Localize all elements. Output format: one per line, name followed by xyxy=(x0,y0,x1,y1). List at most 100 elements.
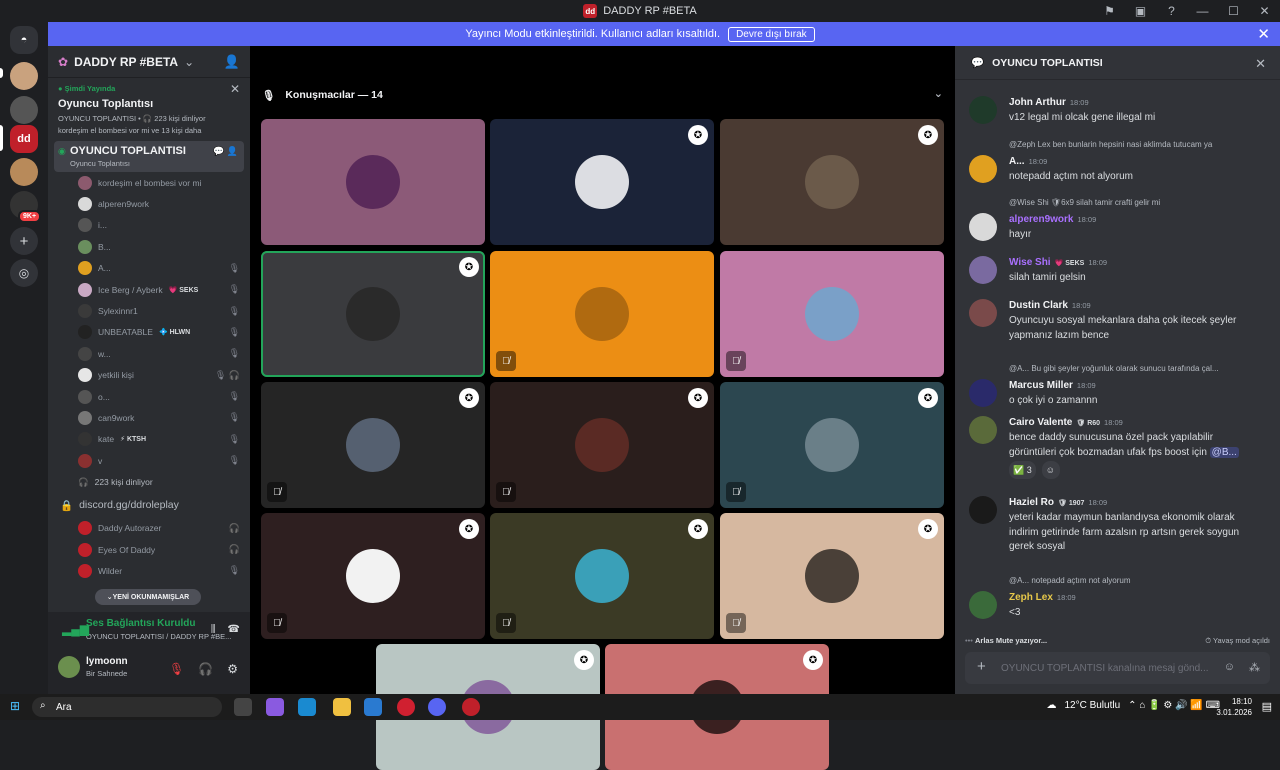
member-item[interactable]: w... 🎙 xyxy=(48,343,250,364)
bot-item[interactable]: Wilder 🎙 xyxy=(48,560,250,581)
copilot-icon[interactable] xyxy=(266,698,284,716)
avatar[interactable] xyxy=(969,299,997,327)
user-info[interactable]: lymoonn Bir Sahnede xyxy=(58,656,128,678)
member-item[interactable]: Sylexinnr1 🎙 xyxy=(48,300,250,321)
tray-icons[interactable]: ⌃ ⌂ 🔋 ⚙ 🔊 📶 ⌨ xyxy=(1128,700,1220,711)
bot-item[interactable]: Daddy Autorazer 🎧 xyxy=(48,517,250,538)
message-author[interactable]: Cairo Valente xyxy=(1009,417,1072,428)
speaker-tile[interactable]: ✪ 🎙̸ xyxy=(720,513,944,639)
avatar[interactable] xyxy=(969,96,997,124)
server-icon[interactable] xyxy=(10,158,38,186)
speaker-tile[interactable] xyxy=(261,119,485,245)
member-item[interactable]: kate ⚡ KTSH 🎙 xyxy=(48,429,250,450)
app-taskbar-icon[interactable] xyxy=(462,698,480,716)
server-icon-active[interactable]: dd xyxy=(10,125,38,153)
inbox-icon[interactable]: ⚑ xyxy=(1094,4,1125,18)
active-stage-channel[interactable]: OYUNCU TOPLANTISI Oyuncu Toplantısı ◉ 💬 … xyxy=(54,141,244,172)
close-chat-icon[interactable]: ✕ xyxy=(1255,56,1266,72)
chevron-down-icon[interactable]: ⌄ xyxy=(934,87,943,100)
speaker-tile[interactable]: 🎙̸ xyxy=(720,251,944,377)
message-author[interactable]: Wise Shi xyxy=(1009,257,1051,268)
message-author[interactable]: Haziel Ro xyxy=(1009,497,1054,508)
task-view-icon[interactable] xyxy=(234,698,252,716)
noise-suppression-icon[interactable]: ⫼ xyxy=(211,624,216,635)
avatar[interactable] xyxy=(969,213,997,241)
new-unreads-button[interactable]: ⌄ YENİ OKUNMAMIŞLAR xyxy=(95,589,201,605)
avatar[interactable] xyxy=(969,496,997,524)
opera-icon[interactable] xyxy=(397,698,415,716)
reply-preview[interactable]: @A... Bu gibi şeyler yoğunluk olarak sun… xyxy=(1009,364,1219,373)
speaker-tile[interactable]: ✪ 🎙̸ xyxy=(490,513,714,639)
channel-actions-icon[interactable]: 💬 👤 xyxy=(213,146,238,157)
clock[interactable]: 18:10 3.01.2026 xyxy=(1216,696,1252,718)
taskbar-search[interactable]: ⌕ Ara xyxy=(32,697,222,717)
live-now-panel[interactable]: ● Şimdi Yayında Oyuncu Toplantısı OYUNCU… xyxy=(48,78,250,141)
server-icon[interactable] xyxy=(10,62,38,90)
member-item[interactable]: kordeşim el bombesi vor mi xyxy=(48,172,250,193)
speaker-tile[interactable]: ✪ xyxy=(261,251,485,377)
member-item[interactable]: i... xyxy=(48,215,250,236)
speaker-tile[interactable]: ✪ 🎙̸ xyxy=(490,382,714,508)
message-author[interactable]: Dustin Clark xyxy=(1009,300,1068,311)
settings-gear-icon[interactable]: ⚙ xyxy=(227,662,238,676)
reply-preview[interactable]: @A... notepadd açtım not alyorum xyxy=(1009,576,1131,585)
member-item[interactable]: v 🎙 xyxy=(48,450,250,471)
avatar[interactable] xyxy=(969,256,997,284)
message-author[interactable]: Zeph Lex xyxy=(1009,592,1053,603)
maximize-button[interactable]: ☐ xyxy=(1218,4,1249,18)
avatar[interactable] xyxy=(969,155,997,183)
member-item[interactable]: o... 🎙 xyxy=(48,386,250,407)
close-live-icon[interactable]: ✕ xyxy=(230,82,240,96)
add-reaction-icon[interactable]: ☺ xyxy=(1041,461,1060,479)
member-item[interactable]: UNBEATABLE 💠 HLWN 🎙 xyxy=(48,322,250,343)
disconnect-icon[interactable]: ☎ xyxy=(228,624,240,635)
member-item[interactable]: alperen9work xyxy=(48,193,250,214)
discord-home-icon[interactable]: ◓ xyxy=(10,26,38,54)
member-item[interactable]: yetkili kişi 🎙 🎧 xyxy=(48,365,250,386)
invite-channel[interactable]: 🔒 discord.gg/ddroleplay xyxy=(48,493,250,517)
disable-streamer-mode-button[interactable]: Devre dışı bırak xyxy=(728,26,815,42)
speaker-tile[interactable]: ✪ 🎙̸ xyxy=(261,513,485,639)
member-item[interactable]: Ice Berg / Ayberk 💗 SEKS 🎙 xyxy=(48,279,250,300)
start-icon[interactable]: ⊞ xyxy=(10,699,20,713)
reaction-chip[interactable]: ✅ 3 xyxy=(1009,461,1036,479)
edge-icon[interactable] xyxy=(298,698,316,716)
close-banner-icon[interactable]: ✕ xyxy=(1257,25,1270,43)
deafen-icon[interactable]: 🎧 xyxy=(198,662,213,676)
attach-plus-icon[interactable]: + xyxy=(977,658,986,675)
help-icon[interactable]: ? xyxy=(1156,4,1187,18)
window-icon[interactable]: ▣ xyxy=(1125,4,1156,18)
speaker-tile[interactable]: ✪ xyxy=(490,119,714,245)
avatar[interactable] xyxy=(969,416,997,444)
store-icon[interactable] xyxy=(364,698,382,716)
speaker-tile[interactable]: ✪ xyxy=(720,119,944,245)
discover-icon[interactable]: ◎ xyxy=(10,259,38,287)
avatar[interactable] xyxy=(969,379,997,407)
discord-taskbar-icon[interactable] xyxy=(428,698,446,716)
message-author[interactable]: John Arthur xyxy=(1009,97,1066,108)
close-window-button[interactable]: ✕ xyxy=(1249,4,1280,18)
add-server-icon[interactable]: + xyxy=(10,227,38,255)
bot-item[interactable]: Eyes Of Daddy 🎧 xyxy=(48,539,250,560)
speaker-tile[interactable]: ✪ 🎙̸ xyxy=(261,382,485,508)
notification-icon[interactable]: ▤ xyxy=(1262,700,1272,713)
emoji-icon[interactable]: ☺ xyxy=(1224,661,1235,674)
member-item[interactable]: can9work 🎙 xyxy=(48,407,250,428)
reply-preview[interactable]: @Zeph Lex ben bunlarin hepsini nasi akli… xyxy=(1009,140,1212,149)
minimize-button[interactable]: — xyxy=(1187,4,1218,18)
file-explorer-icon[interactable] xyxy=(333,698,351,716)
speaker-tile[interactable]: 🎙̸ xyxy=(490,251,714,377)
invite-user-icon[interactable]: 👤 xyxy=(224,54,240,70)
speaker-tile[interactable]: ✪ 🎙̸ xyxy=(720,382,944,508)
user-mention[interactable]: @B... xyxy=(1209,446,1239,458)
mute-icon[interactable]: 🎙 xyxy=(169,662,184,676)
message-author[interactable]: alperen9work xyxy=(1009,214,1073,225)
reply-preview[interactable]: @Wise Shi 🛡6x9 silah tamir crafti gelir … xyxy=(1009,198,1160,207)
member-item[interactable]: A... 🎙 xyxy=(48,258,250,279)
message-author[interactable]: A... xyxy=(1009,156,1025,167)
server-header[interactable]: ✿ DADDY RP #BETA ⌄ 👤 xyxy=(48,46,250,78)
member-item[interactable]: B... xyxy=(48,236,250,257)
message-author[interactable]: Marcus Miller xyxy=(1009,380,1073,391)
server-icon[interactable] xyxy=(10,96,38,124)
avatar[interactable] xyxy=(969,591,997,619)
